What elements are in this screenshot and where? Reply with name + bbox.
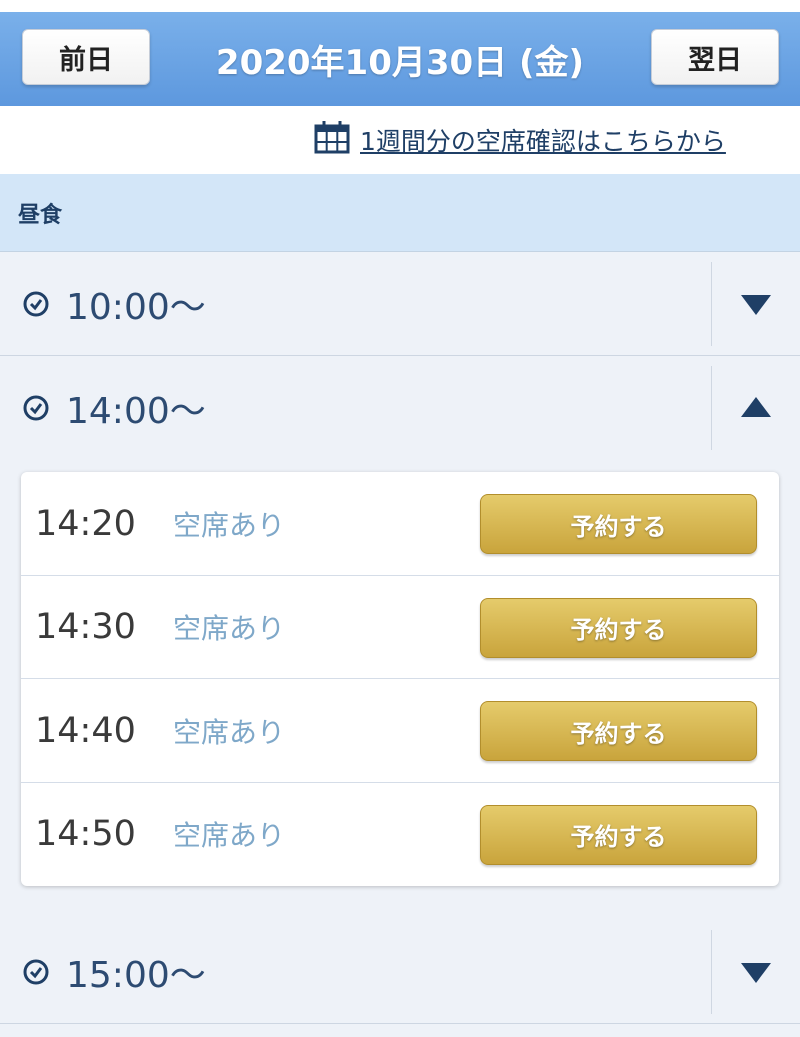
time-slot-label: 14:00〜 [66, 391, 206, 432]
date-navigation-bar: 前日 2020年10月30日 (金) 翌日 [0, 12, 800, 106]
time-slot-label: 15:00〜 [66, 955, 206, 996]
collapse-toggle-button[interactable] [712, 356, 800, 460]
availability-status: 空席あり [173, 508, 286, 542]
time-value: 14:20 [35, 503, 136, 544]
calendar-icon [314, 120, 350, 160]
clock-icon [23, 291, 49, 317]
time-value: 14:40 [35, 710, 136, 751]
triangle-down-icon [741, 963, 771, 983]
week-availability-link[interactable]: 1週間分の空席確認はこちらから [314, 120, 726, 160]
expand-toggle-button[interactable] [712, 252, 800, 356]
top-edge [0, 0, 800, 12]
clock-icon [23, 959, 49, 985]
reserve-button[interactable]: 予約する [480, 804, 757, 865]
reserve-button[interactable]: 予約する [480, 701, 757, 761]
reservation-row: 14:30 空席あり 予約する [21, 576, 779, 679]
triangle-down-icon [741, 295, 771, 315]
reservation-row: 14:50 空席あり 予約する [21, 783, 779, 887]
time-value: 14:50 [35, 814, 136, 854]
clock-icon [23, 395, 49, 421]
time-slot-1000[interactable]: 10:00〜 [0, 252, 800, 356]
reserve-button[interactable]: 予約する [480, 597, 757, 658]
reserve-button[interactable]: 予約する [480, 494, 757, 554]
reservation-row: 14:20 空席あり 予約する [21, 472, 779, 576]
triangle-up-icon [741, 397, 771, 417]
meal-section-header: 昼食 [0, 174, 800, 252]
availability-status: 空席あり [173, 819, 286, 852]
next-day-button[interactable]: 翌日 [651, 29, 779, 85]
time-slot-label: 10:00〜 [66, 287, 206, 328]
current-date-title: 2020年10月30日 (金) [215, 42, 585, 83]
availability-status: 空席あり [173, 612, 286, 645]
time-slot-1500[interactable]: 15:00〜 [0, 920, 800, 1024]
week-link-text: 1週間分の空席確認はこちらから [360, 127, 726, 156]
availability-status: 空席あり [173, 715, 286, 749]
reservation-row: 14:40 空席あり 予約する [21, 679, 779, 783]
time-detail-card: 14:20 空席あり 予約する 14:30 空席あり 予約する 14:40 空席… [21, 472, 779, 886]
week-link-row: 1週間分の空席確認はこちらから [0, 106, 800, 174]
previous-day-button[interactable]: 前日 [22, 29, 150, 85]
time-value: 14:30 [35, 607, 136, 647]
time-slot-1400[interactable]: 14:00〜 [0, 356, 800, 472]
expand-toggle-button[interactable] [712, 920, 800, 1024]
